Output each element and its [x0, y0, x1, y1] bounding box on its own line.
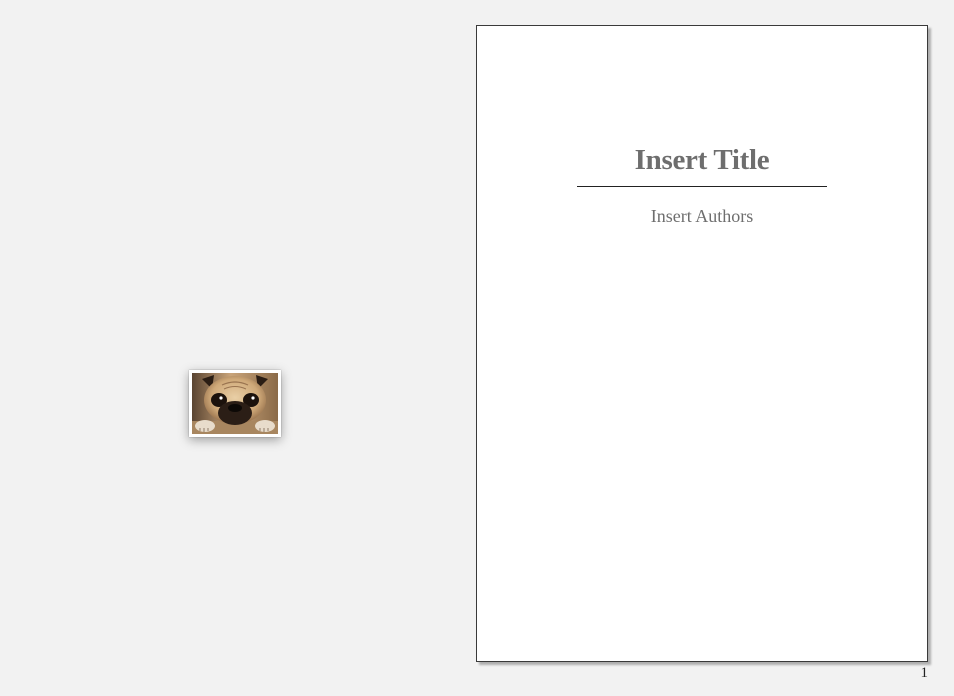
title-divider	[577, 186, 827, 187]
document-title[interactable]: Insert Title	[477, 144, 927, 177]
page-number: 1	[920, 665, 929, 681]
document-page[interactable]: Insert Title Insert Authors	[476, 25, 928, 662]
document-authors[interactable]: Insert Authors	[477, 206, 927, 227]
pug-photo-icon[interactable]	[189, 370, 281, 437]
pug-photo-image	[192, 373, 278, 434]
